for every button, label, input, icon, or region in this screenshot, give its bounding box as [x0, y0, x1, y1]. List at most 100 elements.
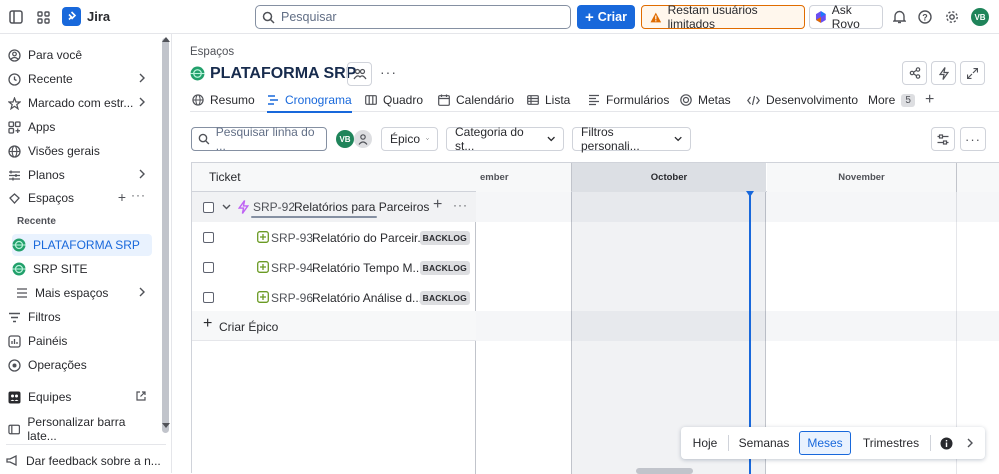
- team-button[interactable]: [347, 62, 372, 86]
- create-epic-label[interactable]: Criar Épico: [219, 320, 278, 334]
- sidebar-item-overviews[interactable]: Visões gerais: [8, 140, 152, 162]
- tab-development[interactable]: Desenvolvimento: [747, 88, 858, 112]
- row-checkbox[interactable]: [203, 262, 214, 273]
- sidebar-item-apps[interactable]: Apps: [8, 116, 152, 138]
- sidebar-item-operations[interactable]: Operações: [8, 354, 152, 376]
- search-input[interactable]: Pesquisar: [255, 5, 571, 29]
- filter-label: Épico: [390, 132, 421, 146]
- notifications-icon[interactable]: [891, 9, 907, 25]
- issue-summary[interactable]: Relatório do Parceir...: [312, 231, 427, 245]
- weeks-button[interactable]: Semanas: [734, 431, 794, 455]
- epic-filter-dropdown[interactable]: Épico: [381, 127, 438, 151]
- sidebar-item-dashboards[interactable]: Painéis: [8, 330, 152, 352]
- issue-key[interactable]: SRP-93: [271, 231, 313, 245]
- create-epic-row[interactable]: + Criar Épico: [192, 311, 476, 341]
- quarters-button[interactable]: Trimestres: [858, 431, 924, 455]
- issue-row[interactable]: SRP-96 Relatório Análise d... BACKLOG: [192, 282, 476, 312]
- divider: [930, 435, 931, 451]
- sidebar-item-label: Operações: [28, 358, 87, 372]
- sidebar-space-srp-site[interactable]: SRP SITE: [12, 258, 152, 280]
- sidebar-item-recent[interactable]: Recente: [8, 68, 152, 90]
- tab-bar: Resumo Cronograma Quadro Calendário List…: [190, 88, 999, 113]
- more-options-icon[interactable]: ···: [380, 64, 397, 80]
- lightning-icon: [938, 66, 949, 80]
- sidebar-scrollbar[interactable]: [162, 38, 169, 433]
- more-options-icon[interactable]: ···: [453, 198, 468, 212]
- jira-logo[interactable]: Jira: [62, 7, 110, 26]
- automation-button[interactable]: [931, 61, 956, 85]
- add-child-icon[interactable]: +: [433, 196, 442, 214]
- tab-list[interactable]: Lista: [527, 88, 570, 112]
- scroll-down-icon[interactable]: [162, 423, 170, 429]
- sidebar-item-feedback[interactable]: Dar feedback sobre a n...: [6, 444, 166, 472]
- chevron-down-icon[interactable]: [222, 204, 231, 210]
- issue-row[interactable]: SRP-93 Relatório do Parceir... BACKLOG: [192, 222, 476, 252]
- epic-key[interactable]: SRP-92: [253, 200, 295, 214]
- more-options-icon[interactable]: ···: [131, 188, 146, 202]
- settings-gear-icon[interactable]: [944, 9, 960, 25]
- share-button[interactable]: [902, 61, 927, 85]
- category-filter-dropdown[interactable]: Categoria do st...: [446, 125, 564, 153]
- fullscreen-button[interactable]: [960, 61, 985, 85]
- add-tab-icon[interactable]: +: [925, 88, 934, 112]
- months-button[interactable]: Meses: [799, 431, 851, 455]
- dashboard-icon: [8, 334, 21, 348]
- chevron-down-icon: [426, 138, 429, 140]
- user-filter-avatar[interactable]: VB: [336, 130, 354, 148]
- row-checkbox[interactable]: [203, 292, 214, 303]
- sidebar-item-plans[interactable]: Planos: [8, 164, 152, 186]
- tab-more[interactable]: More 5: [868, 88, 915, 112]
- epic-row[interactable]: SRP-92 Relatórios para Parceiros + ···: [192, 192, 476, 222]
- rovo-icon: [815, 11, 826, 23]
- timeline-search-input[interactable]: Pesquisar linha do ...: [191, 125, 327, 153]
- add-space-icon[interactable]: +: [118, 189, 126, 205]
- breadcrumb[interactable]: Espaços: [190, 46, 234, 58]
- sidebar-item-starred[interactable]: Marcado com estr...: [8, 92, 152, 114]
- limited-users-button[interactable]: Restam usuários limitados: [641, 3, 805, 31]
- info-icon[interactable]: [935, 431, 957, 455]
- issue-summary[interactable]: Relatório Tempo M...: [312, 261, 423, 275]
- epic-row-band: [476, 192, 999, 222]
- more-options-icon[interactable]: ···: [960, 127, 986, 151]
- warning-icon: [650, 12, 662, 22]
- tab-timeline[interactable]: Cronograma: [267, 88, 352, 113]
- sidebar-toggle-icon[interactable]: [8, 9, 24, 25]
- custom-filters-dropdown[interactable]: Filtros personali...: [572, 125, 691, 153]
- issue-key[interactable]: SRP-96: [271, 291, 313, 305]
- apps-grid-icon: [8, 120, 21, 134]
- sidebar-item-label: Dar feedback sobre a n...: [26, 453, 161, 468]
- help-icon[interactable]: ?: [917, 9, 933, 25]
- horizontal-scrollbar[interactable]: [636, 468, 693, 474]
- epic-summary[interactable]: Relatórios para Parceiros: [294, 200, 429, 214]
- tab-forms[interactable]: Formulários: [588, 88, 669, 112]
- sidebar-item-spaces[interactable]: Espaços + ···: [8, 187, 152, 209]
- tab-calendar[interactable]: Calendário: [438, 88, 514, 112]
- customize-sidebar-icon: [8, 424, 21, 434]
- chevron-right-icon[interactable]: [961, 431, 979, 455]
- issue-row[interactable]: SRP-94 Relatório Tempo M... BACKLOG: [192, 252, 476, 282]
- user-avatar[interactable]: VB: [971, 8, 989, 26]
- sidebar-item-teams[interactable]: Equipes: [8, 386, 152, 408]
- sidebar-more-spaces[interactable]: Mais espaços: [16, 282, 152, 304]
- ask-rovo-button[interactable]: Ask Rovo: [809, 3, 883, 31]
- issue-summary[interactable]: Relatório Análise d...: [312, 291, 422, 305]
- tab-goals[interactable]: Metas: [680, 88, 731, 112]
- sidebar-item-for-you[interactable]: Para você: [8, 44, 152, 66]
- issue-key[interactable]: SRP-94: [271, 261, 313, 275]
- sidebar-space-plataforma-srp[interactable]: PLATAFORMA SRP: [12, 234, 152, 256]
- search-placeholder: Pesquisar: [281, 10, 337, 24]
- row-checkbox[interactable]: [203, 202, 214, 213]
- create-button[interactable]: + Criar: [577, 5, 635, 29]
- status-badge: BACKLOG: [419, 231, 470, 245]
- app-switcher-icon[interactable]: [35, 9, 51, 25]
- sidebar-item-customize[interactable]: Personalizar barra late...: [8, 415, 152, 443]
- today-button[interactable]: Hoje: [687, 431, 723, 455]
- unassigned-avatar[interactable]: [354, 130, 372, 148]
- view-settings-button[interactable]: [931, 127, 955, 151]
- tab-summary[interactable]: Resumo: [192, 88, 255, 112]
- globe-icon: [192, 94, 204, 106]
- scroll-up-icon[interactable]: [162, 36, 170, 42]
- row-checkbox[interactable]: [203, 232, 214, 243]
- sidebar-item-filters[interactable]: Filtros: [8, 306, 152, 328]
- tab-board[interactable]: Quadro: [365, 88, 423, 112]
